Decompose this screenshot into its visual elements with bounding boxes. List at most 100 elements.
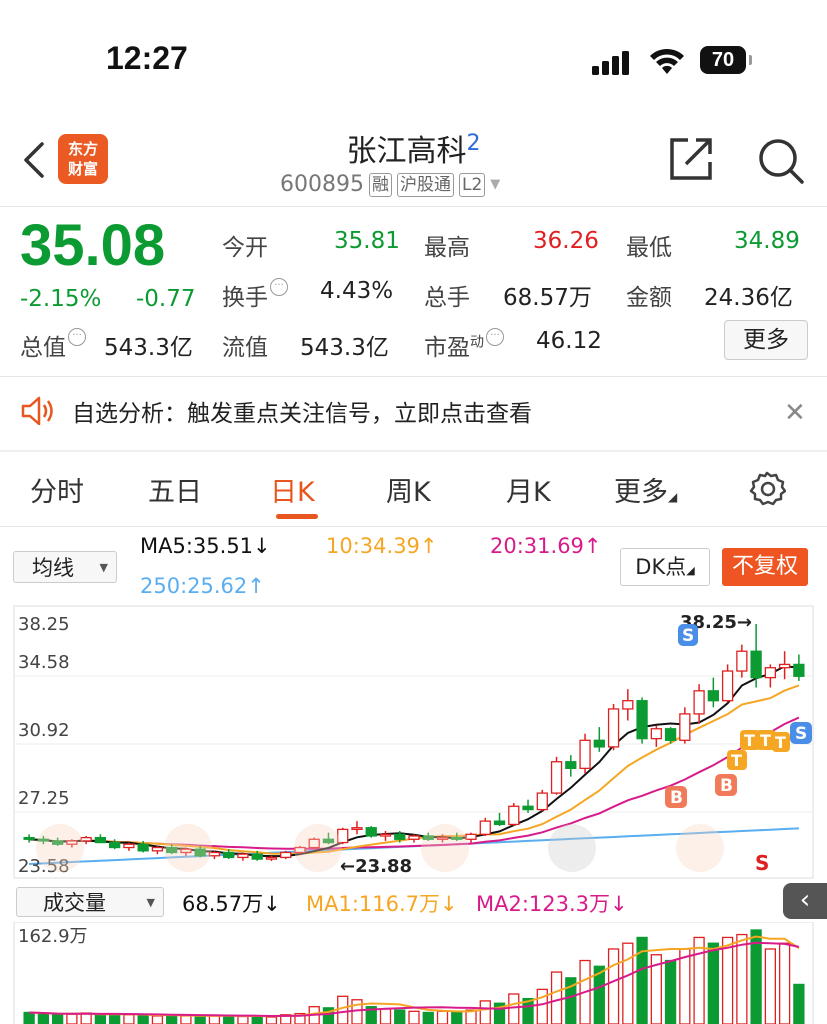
nav-overlay bbox=[421, 824, 469, 872]
divider bbox=[0, 450, 827, 452]
candle-body bbox=[408, 835, 420, 840]
nav-overlay bbox=[36, 824, 84, 872]
y-tick-label: 27.25 bbox=[18, 788, 70, 809]
volume-bar bbox=[379, 1008, 392, 1024]
candle-body bbox=[607, 708, 620, 748]
search-icon[interactable] bbox=[756, 136, 806, 184]
volume-bar bbox=[94, 1014, 107, 1024]
total-cap-label: 总值 ··· bbox=[20, 328, 86, 362]
tab-intraday[interactable]: 分时 bbox=[30, 470, 84, 509]
candle-body bbox=[151, 846, 164, 852]
divider bbox=[0, 526, 827, 527]
volume-bar bbox=[422, 1011, 434, 1024]
volume-bar bbox=[721, 936, 734, 1024]
tag-connect: 沪股通 bbox=[396, 172, 454, 197]
volume-bar bbox=[693, 936, 705, 1024]
period-tabs: 分时 五日 日K 周K 月K 更多◢ bbox=[0, 470, 827, 510]
volume-bar bbox=[764, 948, 777, 1024]
volume-current: 68.57万↓ bbox=[182, 892, 281, 916]
kline-chart[interactable]: 38.25 34.58 30.92 27.25 23.58 38.25→ ←23… bbox=[0, 604, 827, 880]
nav-overlay bbox=[164, 824, 212, 872]
t-signal-label: T bbox=[775, 733, 786, 752]
candle-body bbox=[394, 833, 406, 840]
volume-bar bbox=[237, 1015, 249, 1024]
low-value: 34.89 bbox=[734, 228, 800, 254]
active-tab-indicator bbox=[276, 514, 318, 519]
pe-value: 46.12 bbox=[536, 328, 602, 354]
volume-bar bbox=[51, 1014, 64, 1024]
volume-bar bbox=[180, 1015, 192, 1024]
volume-bar bbox=[109, 1013, 121, 1024]
collapse-side-icon[interactable]: ‹ bbox=[783, 883, 827, 919]
info-icon: ··· bbox=[68, 328, 86, 346]
ma5-value: MA5:35.51↓ bbox=[140, 534, 271, 558]
tab-weekly-k[interactable]: 周K bbox=[386, 470, 431, 509]
indicator-select[interactable]: 均线 bbox=[13, 551, 117, 584]
settings-icon[interactable] bbox=[748, 470, 786, 508]
candle-body bbox=[379, 833, 392, 837]
candle-body bbox=[465, 833, 477, 840]
candle-body bbox=[251, 853, 263, 860]
volume-bar bbox=[707, 942, 719, 1024]
candle-body bbox=[109, 841, 121, 849]
dk-point-button[interactable]: DK点◢ bbox=[620, 548, 710, 586]
volume-indicator-select[interactable]: 成交量 bbox=[16, 887, 164, 918]
candle-body bbox=[522, 805, 534, 811]
wifi-icon bbox=[650, 48, 684, 74]
change-value: -0.77 bbox=[136, 286, 196, 312]
current-price: 35.08 bbox=[20, 213, 166, 278]
candle-body bbox=[265, 856, 278, 860]
candle-body bbox=[23, 836, 35, 840]
no-adjust-button[interactable]: 不复权 bbox=[722, 548, 808, 586]
volume-bar bbox=[166, 1014, 178, 1024]
candle-body bbox=[693, 690, 705, 715]
nav-overlay bbox=[548, 824, 596, 872]
volume-bar bbox=[451, 1011, 463, 1024]
volume-bar bbox=[251, 1015, 263, 1024]
volume-bar bbox=[664, 959, 677, 1024]
float-cap-label: 流值 bbox=[222, 335, 268, 361]
volume-bar bbox=[337, 995, 349, 1024]
tag-margin: 融 bbox=[368, 172, 392, 197]
turnover-value: 4.43% bbox=[320, 278, 394, 304]
period-low-label: ←23.88 bbox=[340, 856, 412, 877]
candle-body bbox=[550, 761, 563, 794]
tab-monthly-k[interactable]: 月K bbox=[506, 470, 551, 509]
volume-bar bbox=[351, 999, 363, 1024]
candle-body bbox=[679, 713, 691, 741]
volume-bar bbox=[194, 1015, 206, 1024]
volume-bar bbox=[479, 1000, 491, 1024]
volume-bar bbox=[123, 1014, 135, 1024]
candle-body bbox=[137, 843, 149, 852]
volume-bar bbox=[66, 1013, 78, 1024]
candle-body bbox=[223, 851, 235, 859]
candle-body bbox=[650, 728, 662, 740]
level-badge: 2 bbox=[466, 131, 481, 156]
more-quote-button[interactable]: 更多 bbox=[724, 320, 808, 360]
volume-chart[interactable]: 162.9万 bbox=[0, 922, 827, 1024]
close-icon[interactable]: ✕ bbox=[784, 398, 806, 428]
nav-overlay bbox=[294, 824, 342, 872]
candle-body bbox=[365, 827, 377, 837]
speaker-icon bbox=[21, 396, 53, 426]
candle-body bbox=[479, 820, 491, 835]
candle-body bbox=[736, 650, 748, 672]
info-icon: ··· bbox=[486, 328, 504, 346]
ma250-value: 250:25.62↑ bbox=[140, 574, 265, 598]
candle-body bbox=[707, 690, 719, 702]
high-value: 36.26 bbox=[533, 228, 599, 254]
volume-label: 总手 bbox=[424, 285, 470, 311]
candle-body bbox=[237, 853, 249, 859]
tab-five-day[interactable]: 五日 bbox=[148, 470, 202, 509]
candle-body bbox=[622, 700, 634, 710]
share-icon[interactable] bbox=[668, 136, 716, 182]
volume-bar bbox=[137, 1014, 149, 1024]
volume-ma2: MA2:123.3万↓ bbox=[476, 892, 628, 916]
alert-banner[interactable]: 自选分析：触发重点关注信号，立即点击查看 bbox=[20, 394, 532, 428]
tab-more[interactable]: 更多◢ bbox=[614, 470, 677, 509]
info-icon: ··· bbox=[270, 278, 288, 296]
cellular-signal-icon bbox=[592, 51, 629, 75]
pe-label: 市盈动 ··· bbox=[424, 328, 504, 362]
candle-body bbox=[536, 792, 548, 811]
tab-daily-k[interactable]: 日K bbox=[270, 470, 315, 509]
